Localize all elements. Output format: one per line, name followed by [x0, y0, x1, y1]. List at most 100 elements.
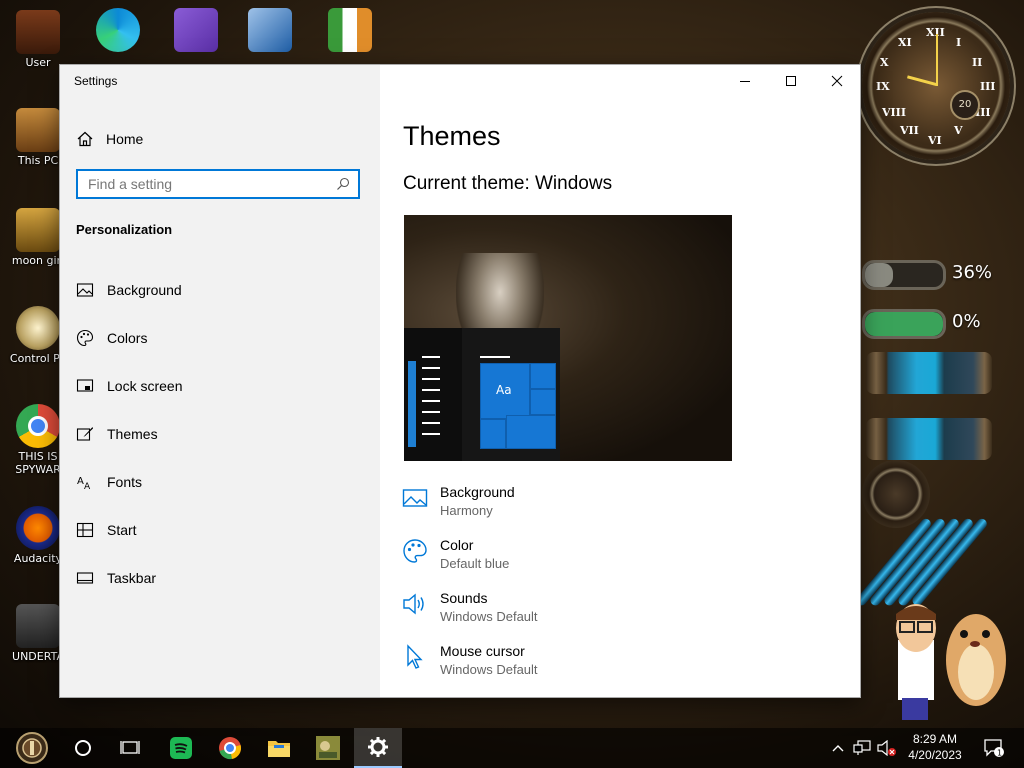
- sidebar-item-label: Background: [107, 282, 182, 298]
- notification-icon: 1: [984, 739, 1004, 758]
- clock-tray[interactable]: 8:29 AM 4/20/2023: [904, 731, 966, 763]
- search-icon[interactable]: [336, 177, 350, 191]
- theme-preview: Aa: [404, 215, 732, 461]
- nav-home-label: Home: [106, 131, 144, 147]
- search-box[interactable]: [76, 169, 360, 199]
- nav-section-title: Personalization: [76, 222, 173, 237]
- preview-tile: [480, 419, 506, 449]
- picture-icon: [402, 489, 428, 507]
- virtualbox-icon: [248, 8, 292, 52]
- clock-numeral: VII: [900, 124, 919, 137]
- clock-numeral: IX: [876, 80, 890, 93]
- sidebar-item-lock-screen[interactable]: Lock screen: [60, 366, 380, 406]
- network-icon: [853, 740, 871, 755]
- sidebar-item-label: Themes: [107, 426, 158, 442]
- computer-icon: [16, 108, 60, 152]
- speaker-icon: [403, 593, 424, 615]
- sidebar-item-themes[interactable]: Themes: [60, 414, 380, 454]
- network-tube: [866, 418, 992, 460]
- desktop-icon-edge[interactable]: [80, 8, 156, 54]
- maximize-button[interactable]: [768, 65, 814, 97]
- svg-text:A: A: [77, 476, 84, 487]
- user-folder-icon: [16, 10, 60, 54]
- svg-text:A: A: [84, 482, 91, 491]
- settings-nav-pane: Settings Home Personalization Background: [60, 65, 380, 697]
- tray-date: 4/20/2023: [908, 748, 962, 762]
- clock-minute-hand: [936, 34, 938, 86]
- memory-meter: [862, 309, 946, 339]
- chevron-up-icon: [832, 745, 844, 752]
- close-button[interactable]: [814, 65, 860, 97]
- sidebar-item-label: Fonts: [107, 474, 143, 490]
- gear-icon: [368, 737, 388, 757]
- current-theme-heading: Current theme: Windows: [403, 173, 613, 194]
- desktop-icon-virtualbox[interactable]: [232, 8, 308, 54]
- task-view-icon: [120, 741, 140, 754]
- picture-icon: [76, 283, 94, 297]
- volume-tray-button[interactable]: [876, 728, 898, 768]
- sidebar-item-label: Lock screen: [107, 378, 183, 394]
- search-button[interactable]: [59, 728, 107, 768]
- volume-muted-icon: [877, 740, 896, 756]
- clock-numeral: III: [980, 80, 996, 93]
- taskbar-app-file-explorer[interactable]: [255, 728, 303, 768]
- settings-content-pane: Themes Current theme: Windows Aa Backgro…: [380, 65, 860, 697]
- task-view-button[interactable]: [106, 728, 154, 768]
- tray-time: 8:29 AM: [912, 732, 958, 746]
- visual-studio-icon: [174, 8, 218, 52]
- taskbar-icon: [76, 572, 94, 584]
- palette-icon: [76, 329, 94, 347]
- sidebar-item-colors[interactable]: Colors: [60, 318, 380, 358]
- search-input[interactable]: [78, 175, 336, 193]
- action-center-button[interactable]: 1: [978, 728, 1010, 768]
- nav-home[interactable]: Home: [76, 127, 143, 151]
- start-button[interactable]: [8, 728, 56, 768]
- minimize-icon: [740, 81, 750, 82]
- unity-icon: [16, 604, 60, 648]
- network-tray-button[interactable]: [850, 728, 874, 768]
- taskbar-app-spotify[interactable]: [157, 728, 205, 768]
- option-value: Harmony: [440, 503, 493, 518]
- theme-option-mouse-cursor[interactable]: Mouse cursor Windows Default: [402, 642, 538, 686]
- sidebar-item-fonts[interactable]: A A Fonts: [60, 462, 380, 502]
- cortana-circle-icon: [75, 740, 91, 756]
- palette-icon: [403, 539, 427, 563]
- minimize-button[interactable]: [722, 65, 768, 97]
- theme-option-color[interactable]: Color Default blue: [402, 536, 509, 580]
- taskbar-app-photos[interactable]: [304, 728, 352, 768]
- folder-icon: [268, 741, 290, 757]
- sidebar-item-background[interactable]: Background: [60, 270, 380, 310]
- start-icon: [76, 522, 94, 538]
- preview-tile: [506, 415, 556, 449]
- lightbulb-icon: [16, 306, 60, 350]
- chrome-icon: [16, 404, 60, 448]
- sidebar-item-label: Taskbar: [107, 570, 157, 586]
- audacity-icon: [16, 506, 60, 550]
- cartoon-characters-icon: [896, 604, 1006, 720]
- desktop-icon-visual-studio[interactable]: [158, 8, 234, 54]
- desktop-icon-hxd[interactable]: [312, 8, 388, 54]
- spotify-icon: [170, 737, 192, 759]
- tray-overflow-button[interactable]: [828, 728, 848, 768]
- hxd-icon: [328, 8, 372, 52]
- clock-numeral: VIII: [882, 106, 906, 119]
- theme-option-background[interactable]: Background Harmony: [402, 483, 515, 527]
- sidebar-item-start[interactable]: Start: [60, 510, 380, 550]
- page-title: Themes: [403, 121, 501, 151]
- theme-option-sounds[interactable]: Sounds Windows Default: [402, 589, 538, 633]
- sidebar-item-taskbar[interactable]: Taskbar: [60, 558, 380, 598]
- notification-count: 1: [997, 749, 1002, 758]
- cpu-meter: [862, 260, 946, 290]
- preview-lines: [422, 356, 440, 444]
- desktop-icon-user[interactable]: User: [0, 10, 76, 69]
- document-icon: [16, 208, 60, 252]
- cursor-icon: [407, 644, 423, 669]
- steampunk-start-icon: [16, 732, 48, 764]
- preview-tile: [530, 389, 556, 415]
- taskbar: 8:29 AM 4/20/2023 1: [0, 728, 1024, 768]
- taskbar-app-settings[interactable]: [354, 728, 402, 768]
- clock-numeral: X: [880, 56, 889, 69]
- clock-numeral: XI: [898, 36, 912, 49]
- taskbar-app-chrome[interactable]: [206, 728, 254, 768]
- clock-numeral: I: [956, 36, 962, 49]
